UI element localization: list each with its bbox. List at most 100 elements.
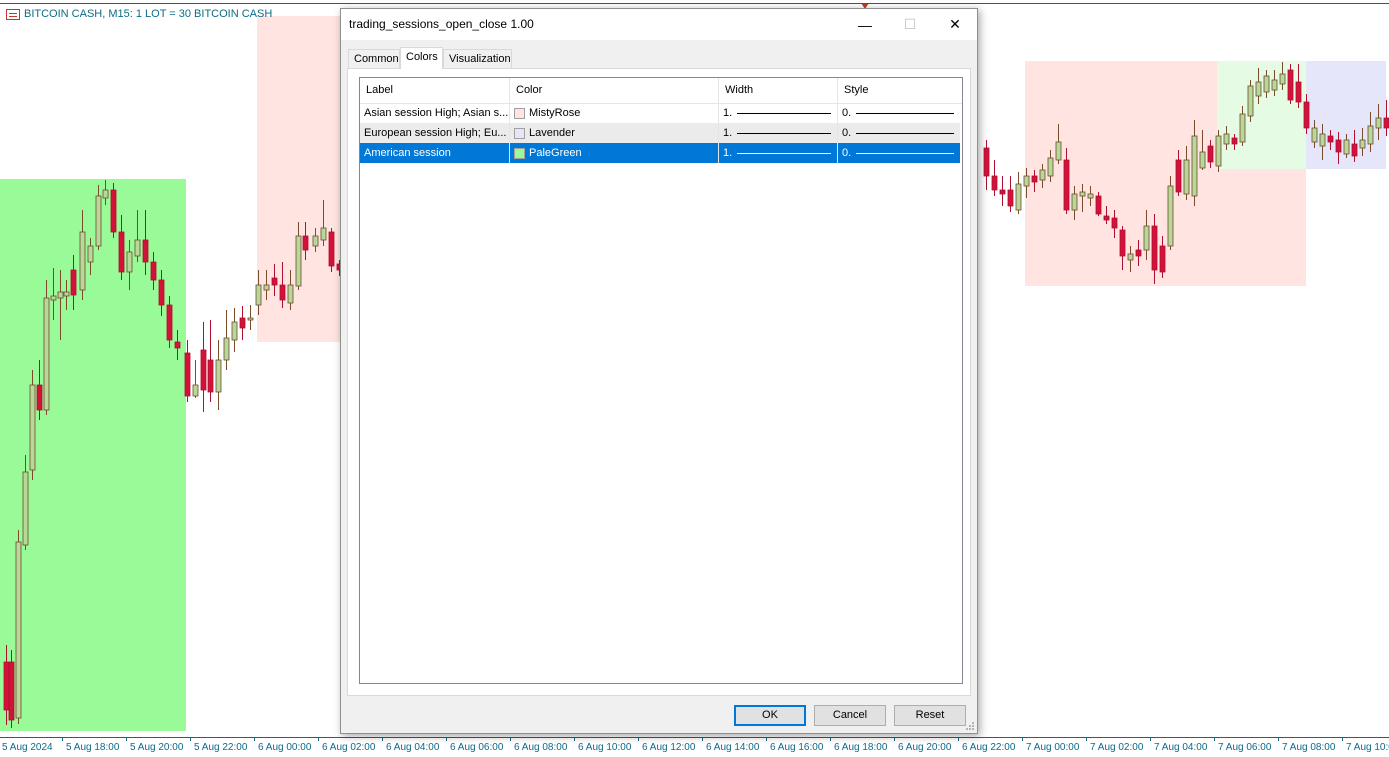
tab-colors[interactable]: Colors	[400, 47, 443, 69]
row-width-cell[interactable]: 1.	[719, 123, 838, 143]
time-axis-label: 7 Aug 02:00	[1090, 742, 1144, 753]
row-style-cell[interactable]: 0.	[838, 103, 960, 123]
bearish-candle	[1287, 64, 1294, 104]
tab-visualization[interactable]: Visualization	[443, 49, 512, 68]
width-value: 1.	[723, 147, 733, 159]
time-axis-label: 6 Aug 22:00	[962, 742, 1016, 753]
color-name: PaleGreen	[529, 147, 582, 159]
bearish-candle	[999, 176, 1006, 206]
width-line-sample	[737, 132, 831, 134]
time-axis-label: 5 Aug 22:00	[194, 742, 248, 753]
bullish-candle	[1015, 172, 1022, 214]
row-color-cell[interactable]: PaleGreen	[510, 143, 719, 163]
style-line-sample	[856, 132, 954, 134]
row-label: Asian session High; Asian s...	[360, 103, 510, 123]
time-axis-label: 6 Aug 10:00	[578, 742, 632, 753]
row-width-cell[interactable]: 1.	[719, 103, 838, 123]
width-value: 1.	[723, 127, 733, 139]
time-axis-tick	[638, 737, 639, 741]
resize-grip-icon[interactable]	[965, 721, 975, 731]
color-swatch	[514, 107, 525, 119]
bearish-candle	[207, 320, 214, 402]
minimize-button[interactable]: —	[842, 9, 888, 40]
time-axis-label: 7 Aug 10:00	[1346, 742, 1389, 753]
reset-button[interactable]: Reset	[894, 705, 966, 726]
bearish-candle	[200, 322, 207, 412]
column-header-style[interactable]: Style	[838, 78, 960, 103]
time-axis-tick	[1150, 737, 1151, 741]
time-axis-tick	[1086, 737, 1087, 741]
row-color-cell[interactable]: MistyRose	[510, 103, 719, 123]
bearish-candle	[1007, 176, 1014, 212]
grid-row-american[interactable]: American session PaleGreen 1. 0.	[360, 143, 960, 163]
time-axis-label: 5 Aug 18:00	[66, 742, 120, 753]
bearish-candle	[8, 650, 15, 728]
dialog-titlebar[interactable]: trading_sessions_open_close 1.00 — ☐ ✕	[341, 9, 977, 40]
width-line-sample	[737, 112, 831, 114]
time-axis-label: 6 Aug 06:00	[450, 742, 504, 753]
column-header-width[interactable]: Width	[719, 78, 838, 103]
bullish-candle	[29, 370, 36, 480]
time-axis-label: 6 Aug 04:00	[386, 742, 440, 753]
time-axis-tick	[62, 737, 63, 741]
time-axis-tick	[382, 737, 383, 741]
column-header-color[interactable]: Color	[510, 78, 719, 103]
bearish-candle	[328, 228, 335, 272]
close-button[interactable]: ✕	[932, 9, 978, 40]
close-icon: ✕	[949, 16, 961, 32]
bearish-candle	[991, 160, 998, 196]
time-axis-label: 7 Aug 06:00	[1218, 742, 1272, 753]
time-axis-label: 6 Aug 12:00	[642, 742, 696, 753]
cancel-button[interactable]: Cancel	[814, 705, 886, 726]
bearish-candle	[1095, 192, 1102, 216]
colors-grid[interactable]: Label Color Width Style Asian session Hi…	[359, 77, 963, 684]
grid-header: Label Color Width Style	[360, 78, 962, 104]
time-axis-label: 6 Aug 16:00	[770, 742, 824, 753]
grid-row-european[interactable]: European session High; Eu... Lavender 1.…	[360, 123, 960, 143]
column-header-label[interactable]: Label	[360, 78, 510, 103]
time-axis-tick	[1278, 737, 1279, 741]
symbol-text: BITCOIN CASH, M15: 1 LOT = 30 BITCOIN CA…	[24, 8, 273, 20]
color-swatch	[514, 127, 525, 139]
tab-common[interactable]: Common	[348, 49, 400, 68]
time-axis-label: 7 Aug 08:00	[1282, 742, 1336, 753]
bullish-candle	[1167, 176, 1174, 250]
time-axis-tick	[126, 737, 127, 741]
bullish-candle	[223, 310, 230, 370]
time-axis-tick	[1214, 737, 1215, 741]
color-swatch	[514, 147, 525, 159]
time-axis-tick	[190, 737, 191, 741]
bearish-candle	[110, 183, 117, 238]
style-line-sample	[856, 112, 954, 114]
style-value: 0.	[842, 147, 852, 159]
time-axis-label: 7 Aug 00:00	[1026, 742, 1080, 753]
time-axis-label: 6 Aug 18:00	[834, 742, 888, 753]
time-axis-label: 6 Aug 02:00	[322, 742, 376, 753]
time-axis-tick	[446, 737, 447, 741]
minimize-icon: —	[858, 16, 872, 33]
bullish-candle	[1215, 130, 1222, 172]
bullish-candle	[192, 360, 199, 398]
time-axis-tick	[894, 737, 895, 741]
width-line-sample	[737, 152, 831, 154]
time-axis: 5 Aug 2024 5 Aug 18:00 5 Aug 20:00 5 Aug 22…	[0, 737, 1389, 757]
time-axis-label: 5 Aug 2024	[2, 742, 53, 753]
row-color-cell[interactable]: Lavender	[510, 123, 719, 143]
time-axis-label: 7 Aug 04:00	[1154, 742, 1208, 753]
color-name: MistyRose	[529, 107, 581, 119]
color-name: Lavender	[529, 127, 575, 139]
grid-row-asian[interactable]: Asian session High; Asian s... MistyRose…	[360, 103, 960, 123]
ok-button[interactable]: OK	[734, 705, 806, 726]
row-style-cell[interactable]: 0.	[838, 143, 960, 163]
dialog-title: trading_sessions_open_close 1.00	[349, 17, 534, 31]
time-axis-label: 5 Aug 20:00	[130, 742, 184, 753]
colors-tab-panel: Label Color Width Style Asian session Hi…	[347, 68, 971, 696]
time-axis-tick	[510, 737, 511, 741]
bullish-candle	[215, 340, 222, 410]
bullish-candle	[231, 308, 238, 352]
time-axis-label: 6 Aug 14:00	[706, 742, 760, 753]
row-style-cell[interactable]: 0.	[838, 123, 960, 143]
bullish-candle	[43, 280, 50, 415]
chart-menu-icon[interactable]	[6, 8, 20, 20]
row-width-cell[interactable]: 1.	[719, 143, 838, 163]
